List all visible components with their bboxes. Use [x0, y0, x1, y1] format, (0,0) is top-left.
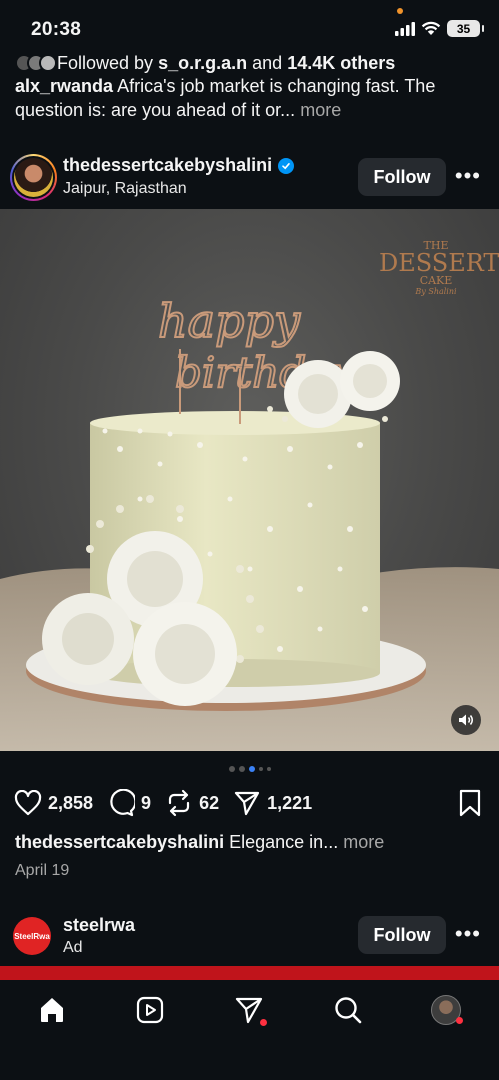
- followed-user[interactable]: s_o.r.g.a.n: [158, 52, 247, 74]
- comment-action[interactable]: 9: [107, 789, 151, 817]
- post-header: thedessertcakebyshalini Jaipur, Rajastha…: [0, 152, 499, 208]
- status-bar: 20:38 35: [0, 0, 499, 56]
- avatar: [14, 158, 53, 197]
- carousel-dot: [228, 766, 235, 772]
- carousel-dot: [238, 766, 245, 772]
- repost-action[interactable]: 62: [165, 789, 219, 817]
- nav-reels[interactable]: [132, 992, 168, 1028]
- ad-more-options-icon[interactable]: •••: [455, 923, 481, 945]
- post-caption: thedessertcakebyshalini Elegance in... m…: [15, 832, 485, 853]
- ad-media-preview[interactable]: [0, 966, 499, 980]
- profile-notification-dot: [456, 1017, 463, 1024]
- more-options-icon[interactable]: •••: [455, 165, 481, 187]
- status-time: 20:38: [31, 19, 82, 40]
- share-icon[interactable]: [233, 789, 261, 817]
- speaker-icon: [459, 714, 473, 726]
- follower-avatars: [15, 54, 57, 72]
- carousel-dot: [258, 767, 263, 771]
- heart-icon[interactable]: [14, 790, 42, 816]
- post-image[interactable]: happy birthday THE DESSERT CAKE By Shali…: [0, 209, 499, 751]
- post-username[interactable]: thedessertcakebyshalini: [63, 155, 272, 176]
- post-actions: 2,858 9 62 1,221: [14, 786, 486, 820]
- logo-line2: DESSERT: [379, 249, 499, 277]
- caption-more-link[interactable]: more: [343, 832, 384, 852]
- ad-username[interactable]: steelrwa: [63, 915, 135, 936]
- post-location[interactable]: Jaipur, Rajasthan: [63, 180, 187, 198]
- nav-direct-messages[interactable]: [231, 992, 267, 1028]
- ad-post-header: SteelRwa steelrwa Ad Follow •••: [0, 913, 499, 963]
- battery-indicator: 35: [447, 20, 484, 37]
- story-ring-avatar[interactable]: [10, 154, 57, 201]
- repost-count[interactable]: 62: [199, 793, 219, 814]
- logo-line4: By Shalini: [415, 287, 457, 296]
- previous-post-caption: Followed by s_o.r.g.a.n and 14.4K others…: [15, 52, 485, 122]
- like-count[interactable]: 2,858: [48, 793, 93, 814]
- followed-by-row[interactable]: Followed by s_o.r.g.a.n and 14.4K others: [15, 52, 485, 74]
- follow-button[interactable]: Follow: [358, 158, 446, 196]
- status-icons: 35: [395, 20, 484, 37]
- carousel-indicator: [0, 766, 499, 772]
- carousel-dot: [266, 767, 271, 771]
- nav-profile[interactable]: [428, 992, 464, 1028]
- like-action[interactable]: 2,858: [14, 790, 93, 816]
- post-date: April 19: [15, 862, 70, 879]
- nav-search[interactable]: [330, 992, 366, 1028]
- cellular-signal-icon: [395, 21, 415, 36]
- sponsored-label: Ad: [63, 939, 83, 956]
- privacy-indicator-dot: [397, 8, 403, 14]
- comment-count[interactable]: 9: [141, 793, 151, 814]
- carousel-dot-active: [248, 766, 255, 772]
- brand-watermark-logo: THE DESSERT CAKE By Shalini: [379, 211, 499, 303]
- caption-username[interactable]: thedessertcakebyshalini: [15, 832, 224, 852]
- ad-avatar[interactable]: SteelRwa: [13, 917, 51, 955]
- repost-icon[interactable]: [165, 789, 193, 817]
- nav-home[interactable]: [34, 992, 70, 1028]
- wifi-icon: [421, 21, 441, 35]
- topper-happy: happy: [158, 294, 301, 348]
- home-icon: [41, 998, 63, 1022]
- comment-icon[interactable]: [107, 789, 136, 817]
- reels-icon: [136, 996, 164, 1024]
- bookmark-icon[interactable]: [458, 789, 482, 817]
- prev-caption-user[interactable]: alx_rwanda: [15, 76, 113, 96]
- ad-follow-button[interactable]: Follow: [358, 916, 446, 954]
- followed-count[interactable]: 14.4K others: [287, 52, 395, 74]
- share-count[interactable]: 1,221: [267, 793, 312, 814]
- bottom-navigation: [0, 980, 499, 1080]
- caption-text: Elegance in...: [229, 832, 339, 852]
- sound-toggle-button[interactable]: [451, 705, 481, 735]
- search-icon: [335, 997, 362, 1024]
- share-action[interactable]: 1,221: [233, 789, 312, 817]
- messages-notification-dot: [260, 1019, 267, 1026]
- followed-prefix: Followed by: [57, 53, 154, 73]
- prev-caption-more[interactable]: more: [300, 100, 341, 120]
- prev-caption-text-block: alx_rwanda Africa's job market is changi…: [15, 74, 485, 122]
- verified-badge-icon: [278, 157, 295, 174]
- post-username-row[interactable]: thedessertcakebyshalini: [63, 155, 295, 176]
- followed-and: and: [252, 53, 283, 73]
